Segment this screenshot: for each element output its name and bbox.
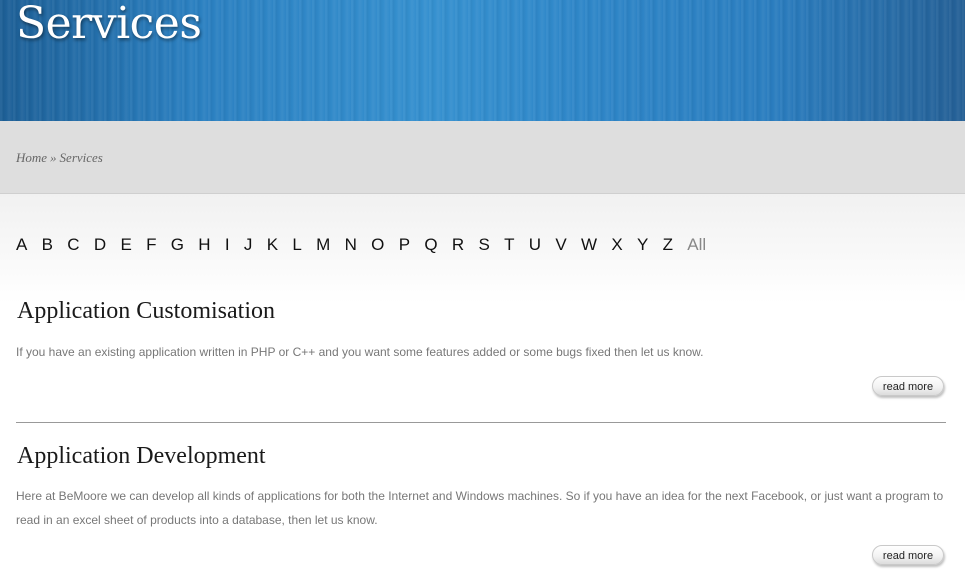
alphabet-link-n[interactable]: N (345, 235, 357, 255)
breadcrumb-separator: » (50, 150, 57, 165)
alphabet-link-p[interactable]: P (399, 235, 410, 255)
service-divider (16, 422, 946, 423)
service-title[interactable]: Application Development (17, 443, 266, 470)
alphabet-link-v[interactable]: V (555, 235, 566, 255)
alphabet-link-k[interactable]: K (267, 235, 278, 255)
breadcrumb-home-link[interactable]: Home (16, 150, 47, 165)
page-banner: Services (0, 0, 965, 121)
service-description: Here at BeMoore we can develop all kinds… (16, 489, 944, 527)
alphabet-link-a[interactable]: A (16, 235, 27, 255)
alphabet-link-r[interactable]: R (452, 235, 464, 255)
alphabet-link-d[interactable]: D (94, 235, 106, 255)
alphabet-link-z[interactable]: Z (663, 235, 673, 255)
alphabet-link-x[interactable]: X (611, 235, 622, 255)
page-title: Services (16, 0, 202, 49)
alphabet-link-b[interactable]: B (42, 235, 53, 255)
service-description: If you have an existing application writ… (16, 345, 704, 359)
alphabet-link-all[interactable]: All (687, 235, 706, 255)
alphabet-link-u[interactable]: U (529, 235, 541, 255)
breadcrumb-current: Services (59, 150, 103, 165)
read-more-button[interactable]: read more (872, 545, 944, 565)
alphabet-link-j[interactable]: J (244, 235, 253, 255)
alphabet-filter: A B C D E F G H I J K L M N O P Q R S T U V W X Y Z All (16, 235, 706, 255)
alphabet-link-c[interactable]: C (67, 235, 79, 255)
alphabet-link-t[interactable]: T (504, 235, 514, 255)
alphabet-link-i[interactable]: I (225, 235, 230, 255)
alphabet-link-f[interactable]: F (146, 235, 156, 255)
alphabet-link-m[interactable]: M (316, 235, 330, 255)
alphabet-link-g[interactable]: G (171, 235, 184, 255)
breadcrumb: Home» Services (16, 150, 103, 166)
alphabet-link-s[interactable]: S (478, 235, 489, 255)
services-content: A B C D E F G H I J K L M N O P Q R S T U V W X Y Z All Applicatio… (0, 194, 965, 576)
service-title[interactable]: Application Customisation (17, 298, 275, 325)
alphabet-link-y[interactable]: Y (637, 235, 648, 255)
alphabet-link-h[interactable]: H (198, 235, 210, 255)
alphabet-link-o[interactable]: O (371, 235, 384, 255)
breadcrumb-bar: Home» Services (0, 121, 965, 194)
alphabet-link-e[interactable]: E (120, 235, 131, 255)
alphabet-link-l[interactable]: L (292, 235, 301, 255)
alphabet-link-w[interactable]: W (581, 235, 597, 255)
read-more-button[interactable]: read more (872, 376, 944, 396)
alphabet-link-q[interactable]: Q (424, 235, 437, 255)
